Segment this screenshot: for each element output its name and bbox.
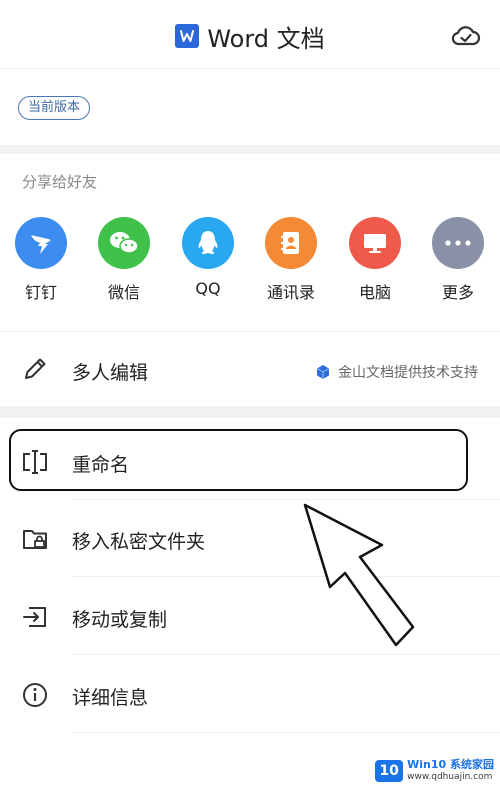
row-divider: [72, 576, 500, 577]
site-watermark: 10 Win10 系统家园 www.qdhuajin.com: [375, 759, 494, 783]
more-icon: [432, 217, 484, 269]
move-copy-label: 移动或复制: [72, 609, 168, 631]
share-label: 通讯录: [266, 283, 315, 302]
title-bar: Word 文档: [0, 20, 500, 53]
cloud-check-icon[interactable]: [450, 20, 482, 52]
watermark-logo: 10: [375, 760, 404, 782]
share-panel: 分享给好友 钉钉 微信 QQ 通讯录 电脑 更多 多人编辑 金山文档提供技术支持: [0, 154, 500, 406]
share-item-computer[interactable]: 电脑: [347, 217, 403, 303]
wechat-icon: [98, 217, 150, 269]
word-doc-icon: [175, 24, 200, 48]
share-item-dingtalk[interactable]: 钉钉: [13, 217, 69, 303]
details-row[interactable]: 详细信息: [0, 656, 500, 732]
divider: [0, 331, 500, 332]
move-copy-icon: [20, 602, 50, 632]
share-label: 更多: [441, 283, 474, 302]
share-label: 钉钉: [24, 283, 57, 302]
share-item-wechat[interactable]: 微信: [96, 217, 152, 303]
private-folder-icon: [20, 524, 50, 554]
dingtalk-icon: [15, 217, 67, 269]
share-label: 电脑: [358, 283, 391, 302]
move-private-folder-row[interactable]: 移入私密文件夹: [0, 500, 500, 576]
share-item-more[interactable]: 更多: [430, 217, 486, 303]
computer-icon: [349, 217, 401, 269]
share-item-qq[interactable]: QQ: [180, 217, 236, 298]
version-row: 当前版本: [0, 69, 500, 145]
multi-edit-row[interactable]: 多人编辑 金山文档提供技术支持: [0, 334, 500, 406]
details-label: 详细信息: [72, 687, 149, 709]
kingsoft-support-note: 金山文档提供技术支持: [315, 362, 478, 382]
move-copy-row[interactable]: 移动或复制: [0, 578, 500, 654]
watermark-url: www.qdhuajin.com: [407, 772, 493, 782]
qq-icon: [182, 217, 234, 269]
row-divider: [72, 732, 500, 733]
watermark-title: Win10 系统家园: [407, 758, 494, 771]
header: Word 文档: [0, 0, 500, 69]
support-text: 金山文档提供技术支持: [338, 365, 478, 381]
move-private-folder-label: 移入私密文件夹: [72, 531, 206, 553]
page-title: Word 文档: [207, 24, 325, 53]
share-section-title: 分享给好友: [22, 173, 98, 191]
current-version-badge[interactable]: 当前版本: [18, 96, 91, 120]
share-label: 微信: [107, 283, 140, 302]
pointer-arrow-icon: [303, 503, 415, 647]
row-divider: [72, 654, 500, 655]
kingsoft-docs-icon: [316, 365, 330, 379]
multi-edit-label: 多人编辑: [72, 362, 149, 384]
info-icon: [20, 680, 50, 710]
share-item-contacts[interactable]: 通讯录: [263, 217, 319, 303]
share-label: QQ: [195, 279, 221, 298]
pencil-icon: [20, 354, 50, 384]
rename-highlight-box: [9, 429, 468, 491]
contacts-icon: [265, 217, 317, 269]
